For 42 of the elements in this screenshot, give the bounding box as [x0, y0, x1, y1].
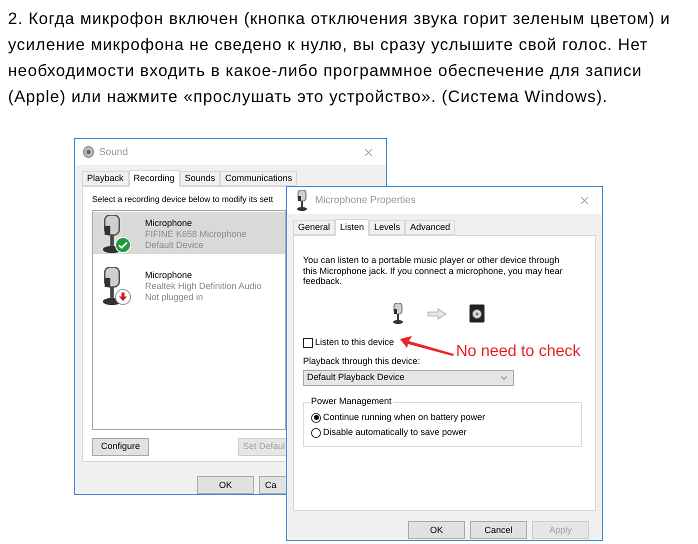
device-detail: FIFINE K658 Microphone	[145, 228, 247, 239]
close-icon[interactable]	[578, 194, 591, 207]
annotation-text: No need to check	[456, 344, 581, 360]
tab[interactable]: Playback	[82, 171, 129, 186]
device-status: Default Device	[145, 240, 205, 250]
device-name: Microphone	[145, 218, 194, 228]
playback-label: Playback through this device:	[303, 356, 422, 366]
device-item[interactable]: Microphone FIFINE K658 Microphone Default Device	[93, 212, 285, 254]
tab[interactable]: Communications	[220, 171, 298, 186]
configure-button[interactable]: Configure	[92, 438, 149, 456]
ok-button[interactable]: OK	[408, 521, 465, 539]
tab[interactable]: Advanced	[405, 220, 456, 235]
device-detail: Realtek High Definition Audio	[145, 280, 262, 291]
right-arrow-icon	[427, 308, 447, 320]
device-name: Microphone	[145, 270, 194, 280]
checkbox-label: Listen to this device	[315, 338, 394, 347]
cancel-button[interactable]: Cancel	[470, 521, 527, 539]
radio-button[interactable]	[311, 412, 321, 422]
tab[interactable]: Recording	[128, 170, 180, 188]
tab[interactable]: Listen	[335, 219, 370, 236]
speaker-icon	[83, 146, 94, 158]
radio-button[interactable]	[311, 428, 321, 438]
microphone-icon	[391, 302, 405, 324]
ok-button[interactable]: OK	[197, 476, 254, 494]
window-title: Microphone Properties	[315, 194, 416, 208]
annotation-arrow	[398, 334, 456, 358]
device-status: Not plugged in	[145, 292, 204, 302]
cancel-button[interactable]: Ca	[259, 476, 287, 494]
group-title: Power Management	[310, 396, 393, 406]
instruction-paragraph: 2. Когда микрофон включен (кнопка отключения звука горит зеленым цветом) и усиление микрофона не сведено к нулю, вы сразу услышите свой голос. Нет необходимости входить в какое-либо программное обеспечение для записи (Apple) или нажмите «прослушать это устройство». (Система Windows).	[8, 9, 672, 108]
prompt-text: Select a recording device below to modify its sett	[92, 195, 274, 204]
microphone-icon	[295, 190, 309, 212]
description-text: You can listen to a portable music player or other device through this Microphone jack. If you connect a microphone, you may hear feedback.	[303, 255, 564, 286]
radio-label: Continue running when on battery power	[323, 413, 486, 422]
speaker-icon	[469, 304, 485, 323]
radio-label: Disable automatically to save power	[323, 428, 467, 437]
tab[interactable]: Sounds	[180, 171, 220, 186]
listen-checkbox[interactable]	[303, 338, 313, 348]
tab[interactable]: General	[293, 220, 336, 235]
window-title: Sound	[99, 146, 128, 160]
tab[interactable]: Levels	[369, 220, 406, 235]
playback-dropdown[interactable]: Default Playback Device	[303, 370, 514, 386]
